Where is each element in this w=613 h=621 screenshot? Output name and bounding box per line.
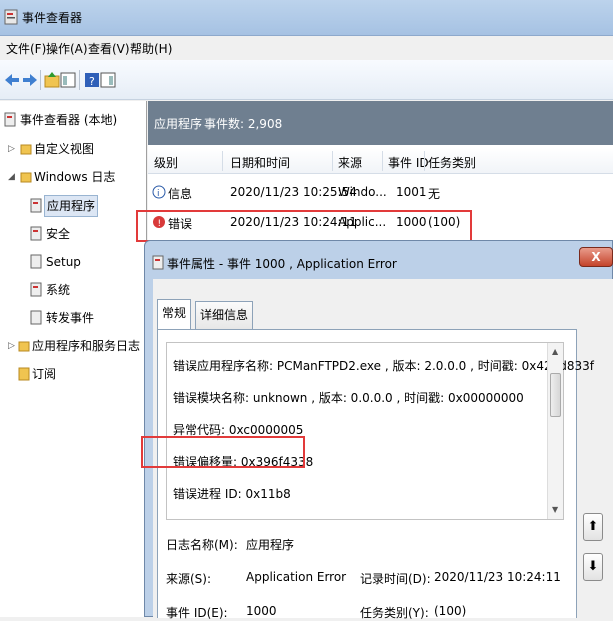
tree-label: 自定义视图: [34, 142, 95, 156]
table-row[interactable]: i 信息 2020/11/23 10:25:54 Windo... 1001 无: [148, 179, 613, 207]
previous-event-button[interactable]: ⬆: [583, 513, 603, 541]
description-line: 错误应用程序名称: PCManFTPD2.exe , 版本: 2.0.0.0 ,…: [173, 359, 594, 373]
expand-arrow-icon[interactable]: ▷: [8, 138, 16, 160]
tree-label: 安全: [46, 227, 71, 241]
tree-label: 应用程序和服务日志: [32, 339, 141, 353]
event-viewer-icon: [4, 9, 18, 25]
column-event-id[interactable]: 事件 ID: [388, 154, 429, 171]
help-icon[interactable]: ?: [84, 71, 100, 89]
event-viewer-icon: [4, 112, 16, 127]
description-line: 错误模块名称: unknown , 版本: 0.0.0.0 , 时间戳: 0x0…: [173, 391, 524, 405]
close-button[interactable]: X: [579, 247, 613, 267]
tree-label: 订阅: [32, 367, 57, 381]
log-name-label: 日志名称(M):: [166, 538, 238, 552]
menu-view[interactable]: 查看(V): [88, 40, 130, 57]
title-bar: 事件查看器: [0, 0, 613, 36]
column-level[interactable]: 级别: [154, 154, 178, 171]
expand-arrow-icon[interactable]: ▷: [8, 335, 16, 357]
event-count: 事件数: 2,908: [204, 117, 283, 131]
back-arrow-icon[interactable]: [4, 71, 20, 89]
log-icon: [30, 254, 42, 269]
tree-label: 应用程序: [44, 195, 99, 217]
log-name-value: 应用程序: [246, 538, 295, 552]
action-pane-icon[interactable]: [100, 71, 116, 89]
info-icon: i: [152, 185, 166, 199]
description-line: 错误进程 ID: 0x11b8: [173, 487, 291, 501]
folder-icon: [20, 144, 32, 155]
source-value: Application Error: [246, 570, 347, 584]
tree-label: Windows 日志: [34, 170, 116, 184]
column-divider[interactable]: [382, 151, 383, 171]
log-icon: [30, 198, 42, 213]
column-task[interactable]: 任务类别: [428, 154, 476, 171]
scroll-down-arrow-icon[interactable]: ▼: [552, 505, 558, 514]
column-divider[interactable]: [424, 151, 425, 171]
tree-label: Setup: [46, 255, 81, 269]
toolbar: ?: [0, 60, 613, 100]
pane-log-name: 应用程序: [154, 117, 203, 131]
event-id-value: 1000: [246, 604, 277, 618]
toolbar-separator: [40, 70, 41, 90]
menu-file[interactable]: 文件(F): [6, 40, 46, 57]
show-hide-tree-icon[interactable]: [60, 71, 76, 89]
event-task: 无: [428, 187, 441, 201]
folder-icon: [20, 172, 32, 183]
source-label: 来源(S):: [166, 572, 212, 586]
offset-highlight: [141, 436, 305, 468]
collapse-arrow-icon[interactable]: ◢: [8, 166, 16, 188]
error-row-highlight: [136, 210, 472, 242]
navigation-tree: 事件查看器 (本地) ▷ 自定义视图 ◢ Windows 日志 应用程序 安全 …: [0, 101, 147, 617]
tree-label: 系统: [46, 283, 71, 297]
tab-details[interactable]: 详细信息: [195, 301, 254, 329]
tree-label: 转发事件: [46, 311, 95, 325]
folder-icon: [18, 341, 30, 352]
log-icon: [30, 310, 42, 325]
scrollbar-thumb[interactable]: [550, 373, 561, 417]
tab-general[interactable]: 常规: [157, 299, 192, 330]
scroll-up-arrow-icon[interactable]: ▲: [552, 347, 558, 356]
window-title: 事件查看器: [22, 11, 83, 25]
logged-label: 记录时间(D):: [360, 572, 431, 586]
up-folder-icon[interactable]: [44, 71, 60, 89]
event-id-label: 事件 ID(E):: [166, 606, 228, 620]
logged-value: 2020/11/23 10:24:11: [434, 570, 561, 584]
pane-header: 应用程序 事件数: 2,908: [148, 101, 613, 145]
log-icon: [30, 226, 42, 241]
column-divider[interactable]: [222, 151, 223, 171]
up-arrow-icon: ⬆: [587, 519, 599, 534]
menu-action[interactable]: 操作(A): [46, 40, 88, 57]
dialog-title: 事件属性 - 事件 1000 , Application Error: [167, 257, 397, 271]
column-datetime[interactable]: 日期和时间: [230, 154, 290, 171]
event-log-icon: [152, 255, 164, 270]
task-category-value: (100): [434, 604, 467, 618]
column-source[interactable]: 来源: [338, 154, 362, 171]
general-tab-panel: 错误应用程序名称: PCManFTPD2.exe , 版本: 2.0.0.0 ,…: [141, 329, 594, 620]
menu-bar: 文件(F) 操作(A) 查看(V) 帮助(H): [0, 36, 613, 60]
event-id: 1001: [396, 185, 427, 199]
next-event-button[interactable]: ⬇: [583, 553, 603, 581]
column-header-row: 级别 日期和时间 来源 事件 ID 任务类别: [148, 148, 613, 174]
tree-label: 事件查看器 (本地): [20, 113, 118, 127]
menu-help[interactable]: 帮助(H): [130, 40, 172, 57]
subscription-icon: [18, 367, 30, 381]
event-level: 信息: [168, 187, 193, 201]
svg-text:?: ?: [89, 75, 95, 88]
svg-text:i: i: [157, 189, 160, 199]
task-category-label: 任务类别(Y):: [360, 606, 429, 620]
event-description-box[interactable]: 错误应用程序名称: PCManFTPD2.exe , 版本: 2.0.0.0 ,…: [166, 342, 594, 520]
event-source: Windo...: [338, 185, 387, 199]
event-properties-dialog: 事件属性 - 事件 1000 , Application Error X 常规 …: [141, 240, 613, 620]
toolbar-separator: [79, 70, 80, 90]
log-icon: [30, 282, 42, 297]
forward-arrow-icon[interactable]: [22, 71, 38, 89]
description-scrollbar[interactable]: ▲ ▼: [547, 343, 563, 519]
dialog-body: 常规 详细信息 错误应用程序名称: PCManFTPD2.exe , 版本: 2…: [141, 279, 613, 620]
column-divider[interactable]: [332, 151, 333, 171]
down-arrow-icon: ⬇: [587, 559, 599, 574]
